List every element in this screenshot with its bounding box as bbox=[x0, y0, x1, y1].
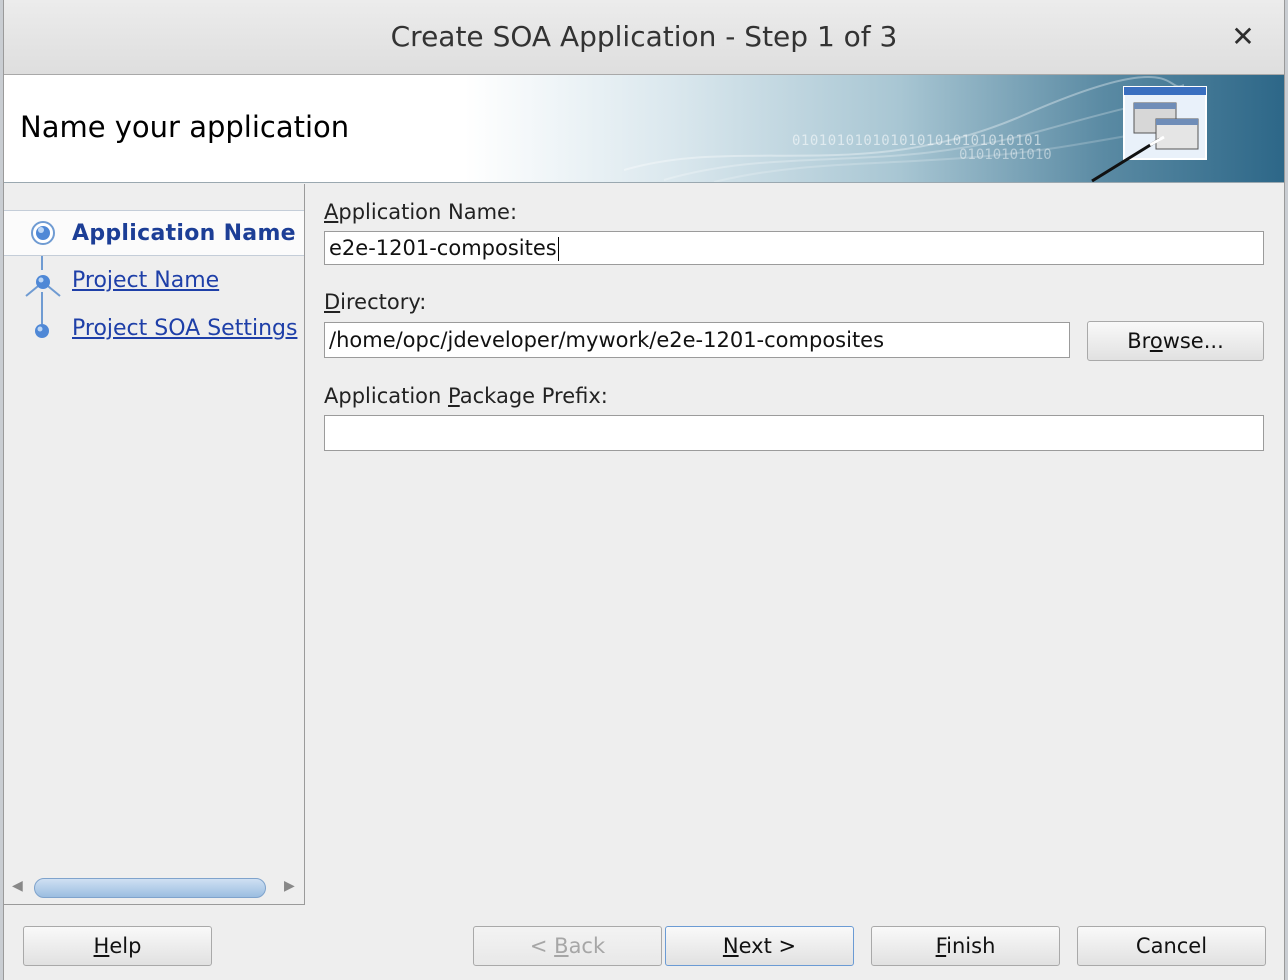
step-project-name[interactable]: Project Name bbox=[4, 258, 304, 302]
header-banner: Name your application 010101010101010101… bbox=[4, 75, 1284, 183]
scroll-left-icon[interactable]: ◀ bbox=[12, 878, 23, 894]
step-node-icon bbox=[35, 324, 49, 338]
browse-button[interactable]: Browse... bbox=[1087, 321, 1264, 361]
steps-horizontal-scrollbar[interactable]: ◀ ▶ bbox=[8, 876, 300, 900]
package-prefix-input[interactable] bbox=[324, 415, 1264, 451]
scrollbar-thumb[interactable] bbox=[34, 878, 266, 898]
text-caret bbox=[557, 237, 559, 261]
step-link[interactable]: Project Name bbox=[72, 268, 219, 293]
back-button[interactable]: < Back bbox=[473, 926, 662, 966]
close-icon: ✕ bbox=[1231, 20, 1255, 53]
application-name-input[interactable]: e2e-1201-composites bbox=[324, 231, 1264, 265]
finish-button[interactable]: Finish bbox=[871, 926, 1060, 966]
close-button[interactable]: ✕ bbox=[1226, 20, 1260, 54]
package-prefix-label: Application Package Prefix: bbox=[324, 384, 608, 408]
application-name-label: Application Name: bbox=[324, 200, 518, 224]
title-bar[interactable]: Create SOA Application - Step 1 of 3 ✕ bbox=[4, 0, 1284, 75]
step-label: Application Name bbox=[72, 221, 296, 246]
step-link[interactable]: Project SOA Settings bbox=[72, 316, 297, 341]
step-application-name[interactable]: Application Name bbox=[4, 210, 304, 256]
next-button[interactable]: Next > bbox=[665, 926, 854, 966]
step-node-icon bbox=[25, 275, 61, 297]
page-title: Name your application bbox=[20, 110, 350, 144]
steps-panel: Application Name Project Name Project SO… bbox=[4, 184, 305, 905]
directory-label: Directory: bbox=[324, 290, 427, 314]
directory-input[interactable]: /home/opc/jdeveloper/mywork/e2e-1201-com… bbox=[324, 322, 1070, 358]
cancel-button[interactable]: Cancel bbox=[1077, 926, 1266, 966]
scroll-right-icon[interactable]: ▶ bbox=[284, 878, 295, 894]
current-step-icon bbox=[31, 221, 55, 245]
create-soa-application-dialog: Create SOA Application - Step 1 of 3 ✕ N… bbox=[3, 0, 1285, 980]
step-project-soa-settings[interactable]: Project SOA Settings bbox=[4, 306, 304, 350]
windows-wizard-icon bbox=[1091, 86, 1207, 182]
window-title: Create SOA Application - Step 1 of 3 bbox=[390, 20, 898, 53]
help-button[interactable]: Help bbox=[23, 926, 212, 966]
banner-binary-text-2: 01010101010 bbox=[959, 147, 1052, 163]
